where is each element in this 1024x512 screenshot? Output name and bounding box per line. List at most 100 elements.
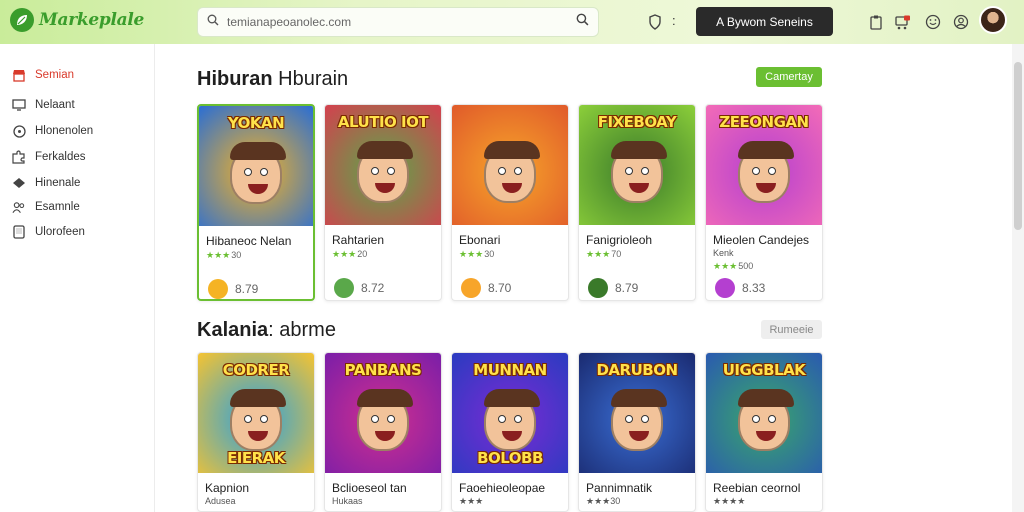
game-thumbnail[interactable]: ZEEONGAN: [706, 105, 822, 225]
character-illustration: [357, 389, 413, 451]
smile-icon[interactable]: [923, 12, 943, 32]
game-banner-text: CODRER: [222, 361, 290, 379]
search-bar[interactable]: [197, 7, 599, 37]
section-action-button[interactable]: Camertay: [756, 67, 822, 87]
rating-count: 70: [611, 249, 622, 259]
game-thumbnail[interactable]: PANBANS: [325, 353, 441, 473]
logo-text: Markeplale: [39, 10, 145, 30]
game-banner-text: ZEEONGAN: [719, 113, 809, 131]
rating-stars: ★★★70: [586, 249, 621, 260]
primary-action-button[interactable]: A Bywom Seneins: [696, 7, 833, 36]
section-title: Hiburan Hburain: [197, 68, 349, 90]
game-card[interactable]: PANBANS Bclioeseol tan Hukaas: [324, 352, 442, 512]
game-card[interactable]: DARUBON Pannimnatik ★★★30: [578, 352, 696, 512]
rating-count: 500: [738, 261, 754, 271]
game-thumbnail[interactable]: CODRER EIERAK: [198, 353, 314, 473]
game-thumbnail[interactable]: YOKAN: [199, 106, 313, 226]
section-action-button[interactable]: Rumeeie: [761, 320, 822, 339]
sidebar-item-nelaant[interactable]: Nelaant: [12, 97, 75, 113]
sidebar-item-esamnle[interactable]: Esamnle: [12, 199, 80, 215]
rating-count: 30: [484, 249, 495, 259]
section-title: Kalania: abrme: [197, 319, 336, 341]
search-icon: [207, 13, 219, 31]
game-title[interactable]: Bclioeseol tan: [332, 481, 407, 495]
rating-stars: ★★★20: [332, 249, 367, 260]
game-title[interactable]: Reebian ceornol: [713, 481, 800, 495]
game-subtitle: Hukaas: [332, 496, 363, 506]
game-card[interactable]: YOKAN Hibaneoc Nelan ★★★30 8.79: [197, 104, 315, 301]
clipboard-icon[interactable]: [866, 12, 886, 32]
game-title[interactable]: Hibaneoc Nelan: [206, 234, 291, 248]
shield-icon[interactable]: [645, 12, 665, 32]
tablet-icon: [12, 225, 26, 239]
game-banner-text: BOLOBB: [477, 449, 543, 467]
game-card[interactable]: ALUTIO IOT Rahtarien ★★★20 8.72: [324, 104, 442, 301]
character-illustration: [738, 141, 794, 203]
rating-stars: ★★★30: [459, 249, 494, 260]
cart-icon[interactable]: [893, 12, 913, 32]
character-illustration: [230, 389, 286, 451]
game-card[interactable]: UIGGBLAK Reebian ceornol ★★★★: [705, 352, 823, 512]
game-thumbnail[interactable]: MUNNAN BOLOBB: [452, 353, 568, 473]
developer-icon: [715, 278, 735, 298]
game-thumbnail[interactable]: ALUTIO IOT: [325, 105, 441, 225]
game-title[interactable]: Pannimnatik: [586, 481, 652, 495]
game-card[interactable]: ZEEONGAN Mieolen Candejes Kenk ★★★500 8.33: [705, 104, 823, 301]
character-illustration: [611, 389, 667, 451]
game-price: 8.79: [235, 282, 259, 296]
puzzle-icon: [12, 150, 26, 164]
monitor-icon: [12, 98, 26, 112]
game-banner-text: MUNNAN: [473, 361, 547, 379]
compass-icon: [12, 124, 26, 138]
rating-star-glyphs: ★★★: [713, 261, 738, 271]
sidebar-item-hlonenolen[interactable]: Hlonenolen: [12, 123, 93, 139]
sidebar-item-semian[interactable]: Semian: [12, 67, 74, 83]
game-banner-text: ALUTIO IOT: [337, 113, 429, 131]
topbar-separator: :: [672, 13, 676, 28]
user-icon[interactable]: [951, 12, 971, 32]
character-illustration: [357, 141, 413, 203]
game-subtitle: Adusea: [205, 496, 236, 506]
game-subtitle: Kenk: [713, 248, 734, 258]
game-title[interactable]: Kapnion: [205, 481, 249, 495]
game-title[interactable]: Faoehieoleopae: [459, 481, 545, 495]
developer-icon: [461, 278, 481, 298]
developer-icon: [588, 278, 608, 298]
game-title[interactable]: Fanigrioleoh: [586, 233, 652, 247]
game-banner-text: DARUBON: [596, 361, 678, 379]
rating-stars: ★★★30: [206, 250, 241, 261]
rating-count: 20: [357, 249, 368, 259]
sidebar-item-hinenale[interactable]: Hinenale: [12, 175, 80, 191]
game-price: 8.33: [742, 281, 766, 295]
rating-count: 30: [231, 250, 242, 260]
sidebar-item-ferkaldes[interactable]: Ferkaldes: [12, 149, 86, 165]
avatar[interactable]: [979, 6, 1007, 34]
rating-star-glyphs: ★★★: [206, 250, 231, 260]
game-thumbnail[interactable]: DARUBON: [579, 353, 695, 473]
game-title[interactable]: Ebonari: [459, 233, 500, 247]
game-subtitle: ★★★30: [586, 496, 621, 506]
game-card[interactable]: FIXEBOAY Fanigrioleoh ★★★70 8.79: [578, 104, 696, 301]
character-illustration: [484, 141, 540, 203]
game-title[interactable]: Rahtarien: [332, 233, 384, 247]
game-price: 8.72: [361, 281, 385, 295]
game-price: 8.70: [488, 281, 512, 295]
game-thumbnail[interactable]: FIXEBOAY: [579, 105, 695, 225]
game-thumbnail[interactable]: UIGGBLAK: [706, 353, 822, 473]
game-subtitle: ★★★★: [713, 496, 746, 506]
game-card[interactable]: Ebonari ★★★30 8.70: [451, 104, 569, 301]
store-icon: [12, 68, 26, 82]
game-thumbnail[interactable]: [452, 105, 568, 225]
scrollbar-thumb[interactable]: [1014, 62, 1022, 230]
game-banner-text: PANBANS: [344, 361, 422, 379]
search-submit-icon[interactable]: [576, 13, 589, 31]
search-input[interactable]: [227, 15, 568, 29]
rating-star-glyphs: ★★★: [586, 249, 611, 259]
sidebar-item-ulorofeen[interactable]: Ulorofeen: [12, 224, 85, 240]
rating-star-glyphs: ★★★: [459, 249, 484, 259]
game-title[interactable]: Mieolen Candejes: [713, 233, 809, 247]
game-card[interactable]: CODRER EIERAK Kapnion Adusea: [197, 352, 315, 512]
game-card[interactable]: MUNNAN BOLOBB Faoehieoleopae ★★★: [451, 352, 569, 512]
character-illustration: [611, 141, 667, 203]
app-logo[interactable]: Markeplale: [10, 8, 144, 32]
